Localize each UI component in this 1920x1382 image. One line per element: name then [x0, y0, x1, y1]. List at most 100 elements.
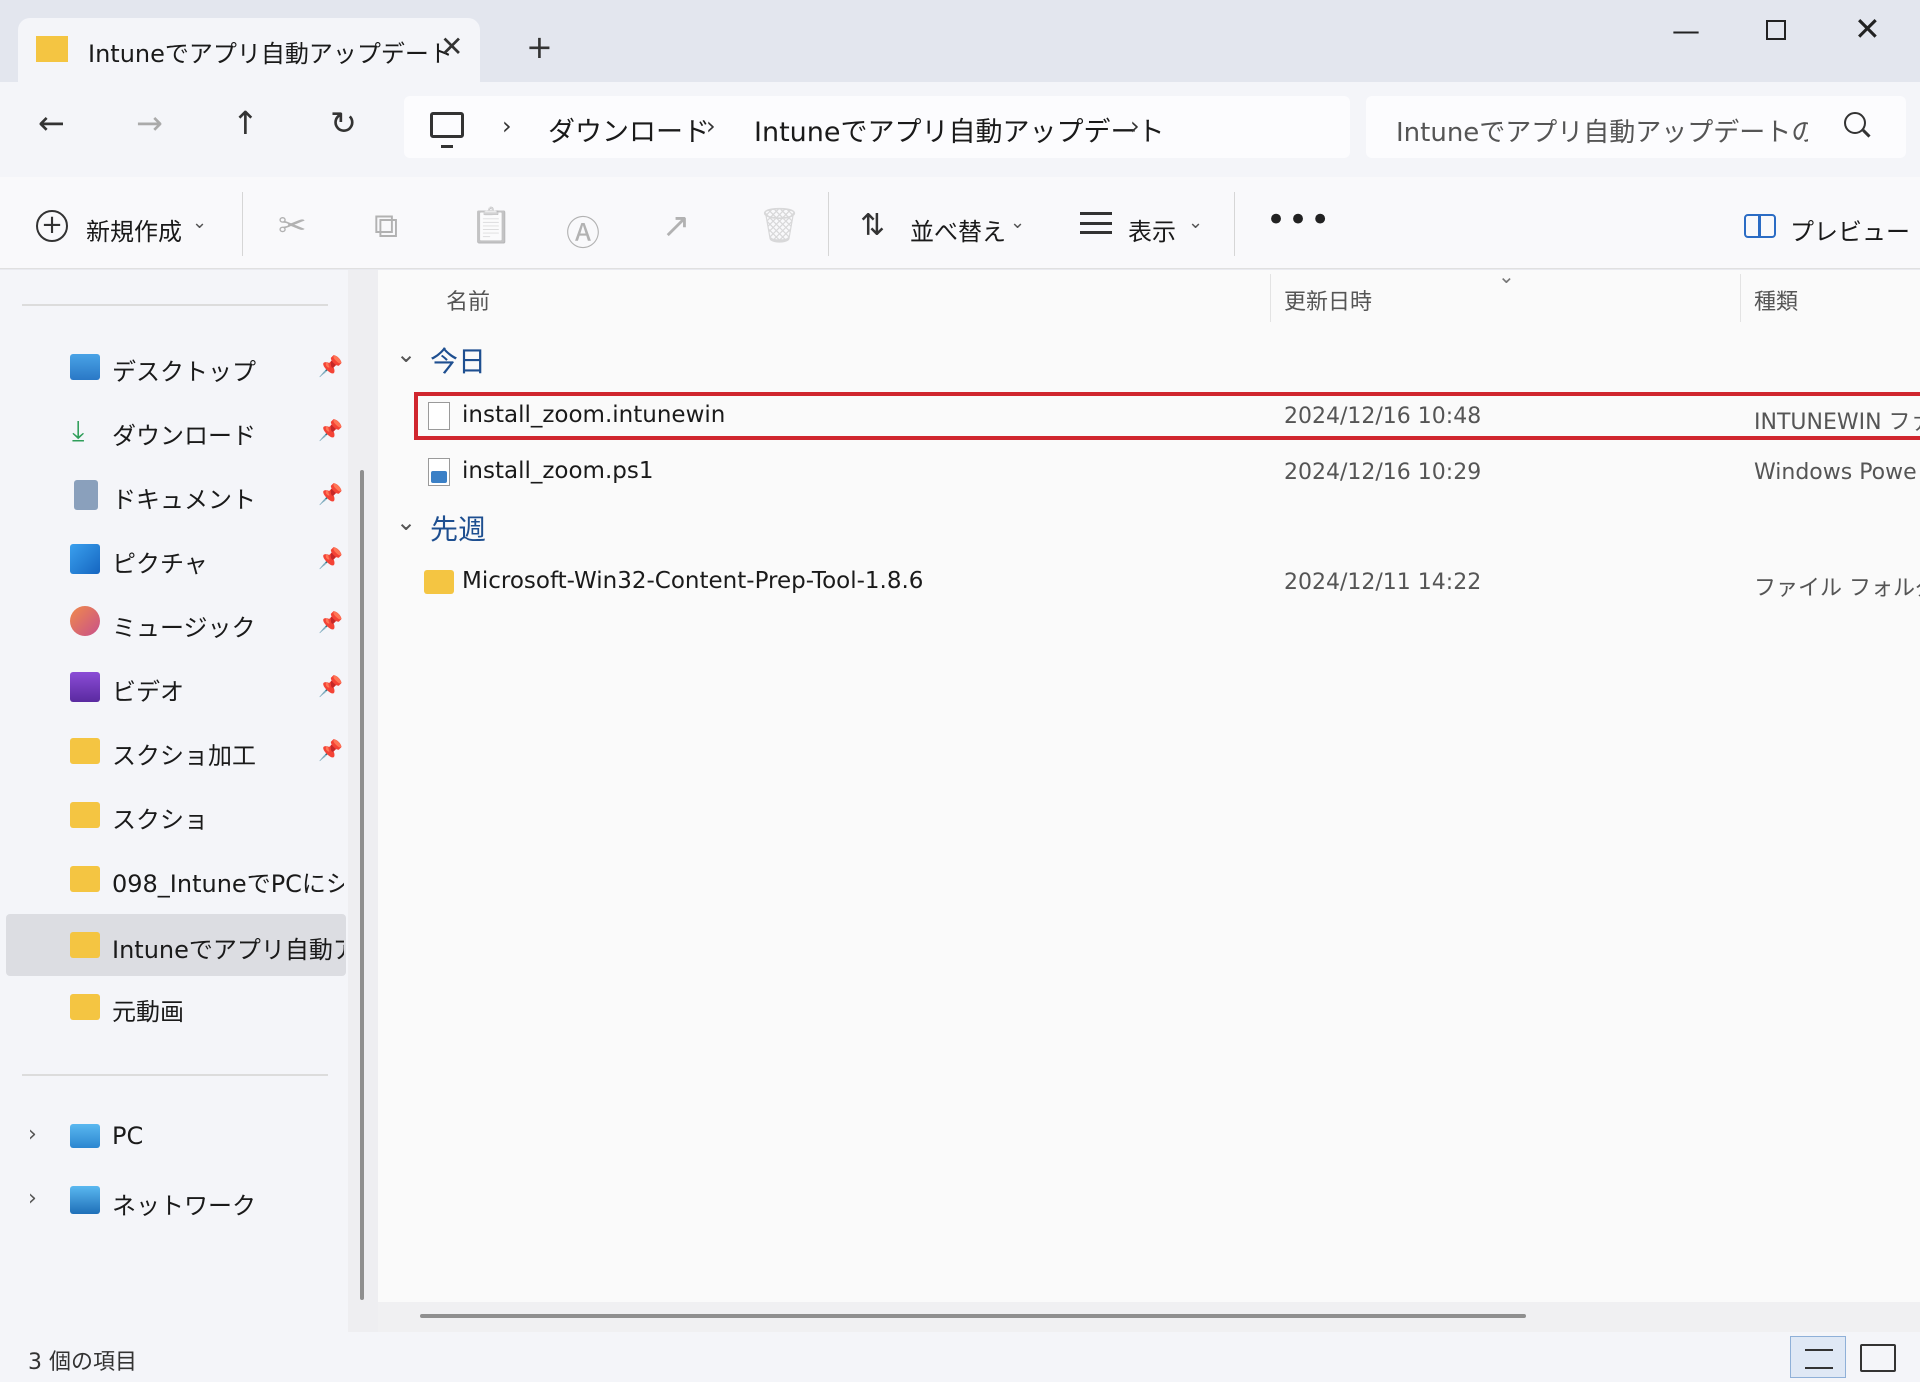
breadcrumb-separator[interactable]: ›: [706, 112, 716, 140]
pin-icon: 📌: [318, 546, 343, 570]
item-count: 3 個の項目: [28, 1350, 137, 1375]
new-tab-button[interactable]: +: [526, 28, 553, 66]
breadcrumb-downloads[interactable]: ダウンロード: [548, 110, 710, 149]
sidebar-item-label: スクショ加工: [112, 742, 256, 770]
search-input[interactable]: Intuneでアプリ自動アップデートの検索: [1396, 112, 1808, 149]
pc-icon: [70, 1124, 100, 1148]
file-name[interactable]: Microsoft-Win32-Content-Prep-Tool-1.8.6: [462, 568, 923, 594]
preview-button[interactable]: プレビュー: [1790, 212, 1910, 247]
folder-icon: [70, 738, 100, 764]
maximize-button[interactable]: [1766, 20, 1786, 40]
folder-icon: [70, 994, 100, 1020]
status-bar: [0, 1332, 1920, 1382]
column-divider[interactable]: [1740, 274, 1741, 322]
paste-icon[interactable]: 📋: [470, 206, 512, 246]
group-collapse-icon[interactable]: ⌄: [396, 340, 416, 368]
tiles-view-button[interactable]: [1860, 1344, 1896, 1372]
rename-icon[interactable]: Ⓐ: [566, 206, 600, 255]
tab-title: Intuneでアプリ自動アップデート: [88, 40, 453, 68]
sidebar-item-label: スクショ: [112, 806, 208, 834]
divider: [22, 1074, 328, 1076]
refresh-button[interactable]: ↻: [330, 104, 357, 142]
back-button[interactable]: ←: [38, 104, 65, 142]
pin-icon: 📌: [318, 674, 343, 698]
divider: [22, 304, 328, 306]
group-header-today[interactable]: 今日: [430, 340, 486, 380]
group-header-last-week[interactable]: 先週: [430, 508, 486, 548]
view-button[interactable]: 表示: [1128, 212, 1176, 247]
folder-icon: [70, 866, 100, 892]
more-options-icon[interactable]: •••: [1266, 200, 1332, 240]
minimize-button[interactable]: —: [1672, 14, 1700, 47]
sort-caret-icon: ⌄: [1498, 264, 1515, 288]
view-icon[interactable]: [1080, 212, 1112, 234]
videos-icon: [70, 672, 100, 702]
chevron-right-icon[interactable]: ›: [28, 1122, 37, 1147]
sidebar-item-label: Intuneでアプリ自動アップ: [112, 936, 344, 964]
share-icon[interactable]: ↗: [662, 206, 691, 246]
sidebar-item-music[interactable]: ミュージック 📌: [0, 594, 346, 652]
new-button[interactable]: 新規作成: [86, 212, 182, 247]
chevron-down-icon[interactable]: ⌄: [192, 212, 207, 233]
preview-pane-icon[interactable]: [1744, 214, 1776, 238]
sidebar-item-label: ビデオ: [112, 678, 184, 706]
breadcrumb-separator[interactable]: ›: [502, 112, 512, 140]
breadcrumb-separator[interactable]: ›: [1130, 112, 1140, 140]
sidebar-item-folder[interactable]: スクショ: [0, 786, 346, 844]
plus-circle-icon[interactable]: +: [36, 210, 68, 242]
breadcrumb-current-folder[interactable]: Intuneでアプリ自動アップデート: [754, 110, 1165, 149]
search-icon[interactable]: [1844, 112, 1866, 134]
powershell-file-icon: [428, 458, 450, 486]
sidebar-item-network[interactable]: › ネットワーク: [0, 1172, 346, 1230]
folder-icon: [36, 36, 68, 62]
sidebar-item-pictures[interactable]: ピクチャ 📌: [0, 530, 346, 588]
chevron-down-icon[interactable]: ⌄: [1010, 212, 1025, 233]
cut-icon[interactable]: ✂: [278, 206, 307, 246]
sidebar-item-documents[interactable]: ドキュメント 📌: [0, 466, 346, 524]
sidebar-item-label: ネットワーク: [112, 1192, 256, 1220]
column-header-type[interactable]: 種類: [1754, 284, 1798, 316]
sidebar-item-label: 元動画: [112, 998, 184, 1026]
desktop-icon: [70, 354, 100, 380]
sort-button[interactable]: 並べ替え: [910, 212, 1006, 247]
group-collapse-icon[interactable]: ⌄: [396, 508, 416, 536]
horizontal-scrollbar[interactable]: [420, 1314, 1526, 1318]
tab-close-icon[interactable]: ✕: [440, 30, 463, 63]
sidebar-item-folder[interactable]: 098_IntuneでPCにショー: [0, 850, 346, 908]
sidebar-scrollbar[interactable]: [360, 470, 364, 1300]
sidebar-item-label: ドキュメント: [112, 486, 256, 514]
chevron-right-icon[interactable]: ›: [28, 1186, 37, 1211]
divider: [242, 192, 243, 256]
copy-icon[interactable]: ⧉: [374, 206, 398, 246]
forward-button[interactable]: →: [136, 104, 163, 142]
up-button[interactable]: ↑: [232, 104, 259, 142]
delete-icon[interactable]: 🗑: [758, 206, 801, 246]
music-icon: [70, 606, 100, 636]
sidebar-item-desktop[interactable]: デスクトップ 📌: [0, 338, 346, 396]
pin-icon: 📌: [318, 482, 343, 506]
details-view-button[interactable]: [1790, 1336, 1846, 1378]
column-header-name[interactable]: 名前: [446, 284, 490, 316]
sidebar-item-label: デスクトップ: [112, 358, 256, 386]
network-icon: [70, 1186, 100, 1214]
sidebar-item-pc[interactable]: › PC: [0, 1108, 346, 1166]
sidebar-item-folder[interactable]: スクショ加工 📌: [0, 722, 346, 780]
sidebar-item-label: ピクチャ: [112, 550, 208, 578]
column-divider[interactable]: [1270, 274, 1271, 322]
close-window-button[interactable]: ✕: [1854, 10, 1881, 48]
sort-icon[interactable]: ⇅: [860, 208, 885, 243]
column-header-modified[interactable]: 更新日時: [1284, 284, 1372, 316]
sidebar-item-downloads[interactable]: ⤓ ダウンロード 📌: [0, 402, 346, 460]
file-name[interactable]: install_zoom.ps1: [462, 458, 654, 484]
sidebar-item-selected-folder[interactable]: Intuneでアプリ自動アップ: [0, 914, 346, 972]
sidebar-item-label: 098_IntuneでPCにショー: [112, 870, 344, 898]
pin-icon: 📌: [318, 738, 343, 762]
file-type: ファイル フォルダー: [1754, 576, 1920, 601]
sidebar-item-folder[interactable]: 元動画: [0, 978, 346, 1036]
sidebar-item-videos[interactable]: ビデオ 📌: [0, 658, 346, 716]
documents-icon: [74, 480, 98, 510]
folder-icon: [70, 932, 100, 958]
chevron-down-icon[interactable]: ⌄: [1188, 212, 1203, 233]
pc-icon[interactable]: [430, 112, 464, 148]
folder-icon: [70, 802, 100, 828]
